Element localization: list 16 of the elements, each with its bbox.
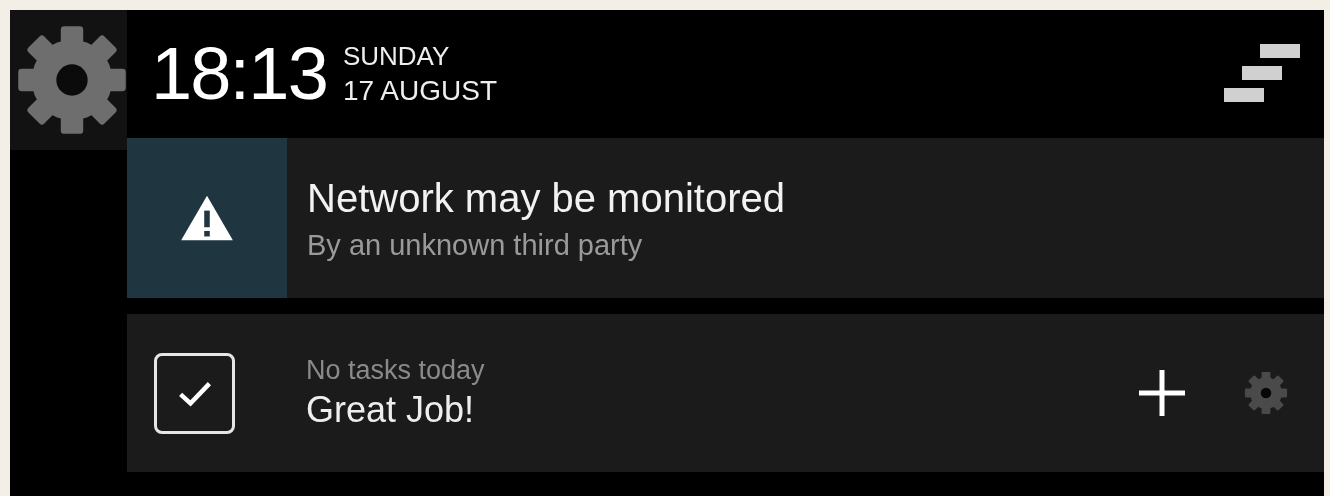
notification-card[interactable]: Network may be monitored By an unknown third party <box>127 138 1324 298</box>
notification-title: Network may be monitored <box>307 174 785 222</box>
date-label: 17 AUGUST <box>342 73 497 108</box>
warning-icon <box>179 194 235 242</box>
checkbox[interactable] <box>154 352 235 434</box>
day-label: SUNDAY <box>342 40 451 73</box>
settings-icon <box>16 24 127 136</box>
settings-tile[interactable] <box>10 10 127 150</box>
settings-icon <box>1244 371 1288 415</box>
notification-subtitle: No tasks today <box>306 353 486 387</box>
notification-subtitle: By an unknown third party <box>307 227 644 263</box>
notification-title: Great Job! <box>306 388 476 433</box>
add-icon[interactable] <box>1138 369 1186 417</box>
quick-settings-icon[interactable] <box>1224 44 1300 104</box>
notification-card[interactable]: No tasks today Great Job! <box>127 314 1324 472</box>
clock-time: 18:13 <box>151 37 327 111</box>
